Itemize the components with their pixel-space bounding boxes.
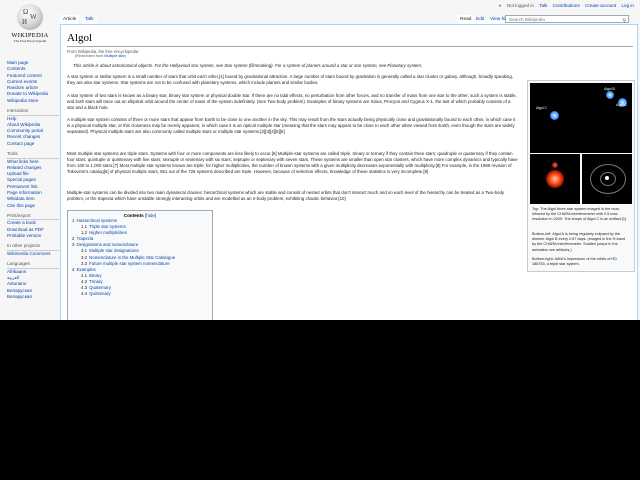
central-star [605,176,609,180]
sidebar-heading-projects: In other projects [7,243,59,251]
sidebar-heading-languages: Languages [7,261,59,269]
toc-item-number: 4.2 [81,278,88,284]
contributions-link[interactable]: Contributions [553,3,580,8]
toc-item-label: Multiple star designations [89,248,139,254]
search-placeholder: Search Wikipedia [509,17,545,22]
sidebar-item-main[interactable]: Wikipedia store [7,98,59,104]
toc-item-number: 1.2 [81,230,88,236]
algol-c-label: Algol C [536,106,547,110]
paragraph-3: A multiple star system consists of three… [67,117,516,135]
redirect-prefix: (Redirected from [75,54,105,58]
toc-item-label: Nomenclature in the Multiple Star Catalo… [89,254,176,260]
sidebar-heading-print: Print/export [7,213,59,221]
sidebar-item-language[interactable]: Беларуская [7,294,59,300]
toc-heading: Contents [123,213,144,218]
tab-edit[interactable]: Edit [473,15,488,24]
title-divider [67,46,633,47]
toc-item-number: 4.4 [81,291,88,297]
not-logged-in-label: Not logged in [506,3,534,8]
page-title: Algol [67,32,93,44]
table-of-contents: Contents [hide] 1 Hierarchical systems 1.1… [67,210,213,320]
toc-item-number: 4.3 [81,285,88,291]
toc-item-number: 3.3 [81,260,88,266]
tab-article[interactable]: Article [60,15,80,24]
toc-item-label: Trinary [89,278,103,284]
wikipedia-logo[interactable]: ΩWИ WIKIPEDIA The Free Encyclopedia [6,4,54,52]
paragraph-5: Multiple-star systems can be divided int… [67,190,505,202]
redirect-link[interactable]: Multiple star [104,54,124,58]
toc-item-number: 3.1 [81,248,88,254]
redirect-suffix: ) [124,54,127,58]
orbits-illustration[interactable] [582,154,632,204]
logo-subtitle: The Free Encyclopedia [13,39,47,43]
sidebar: Main page Contents Featured content Current… [7,60,59,300]
paragraph-4: Most multiple star systems are triple st… [67,151,518,175]
user-icon: ● [498,3,502,8]
toc-item-number: 1.1 [81,224,88,230]
algol-a-disk [546,170,564,188]
toc-item-number: 4.1 [81,272,88,278]
algol-b-label: Algol B [604,87,615,91]
toc-item-number: 2 [72,236,75,242]
toc-list: 1 Hierarchical systems 1.1 Triple star syst… [72,218,208,297]
algol-a-label: Algol A [616,103,627,107]
toc-item-label: Triple star systems [89,224,126,230]
toc-item-number: 4 [72,266,75,272]
paragraph-2: A star system of two stars is known as a… [67,93,517,111]
hatnote: This article is about astronomical objec… [73,63,423,68]
tab-read[interactable]: Read [457,15,475,24]
toc-item-label: Hierarchical systems [76,218,117,223]
talk-link[interactable]: Talk [539,3,547,8]
log-in-link[interactable]: Log in [621,3,634,8]
toc-item-label: Trapezia [76,236,94,242]
logo-title: WIKIPEDIA [11,32,49,39]
toc-hide-link[interactable]: [hide] [145,213,156,218]
toc-item-number: 3.2 [81,254,88,260]
sidebar-item-projects[interactable]: Wikimedia Commons [7,251,59,257]
toc-item-label: Examples [76,266,96,272]
toc-item[interactable]: 4.4 Quintenary [72,291,208,297]
toc-item-label: Binary [89,272,102,278]
tab-talk[interactable]: Talk [82,15,97,24]
toc-item-label: Designations and nomenclature [76,242,139,248]
create-account-link[interactable]: Create account [585,3,616,8]
toc-item-label: Quaternary [89,285,112,291]
globe-icon: ΩWИ [17,4,43,30]
infobox-image: Algol B Algol A Algol C Top: The Algol t… [527,80,635,272]
personal-tools: ● Not logged in Talk Contributions Creat… [495,3,634,8]
sidebar-item-interaction[interactable]: Contact page [7,141,59,147]
paragraph-1: A star system or stellar system is a sma… [67,74,514,86]
article-content: Algol From Wikipedia, the free encyclope… [60,24,638,320]
redirect-note: (Redirected from Multiple star) [75,54,126,58]
toc-item-label: Higher multiplicities [89,230,127,236]
sidebar-item-print[interactable]: Printable version [7,233,59,239]
toc-item-label: Future multiple star system nomenclature [89,260,170,266]
toc-item-number: 3 [72,242,75,248]
sidebar-heading-interaction: Interaction [7,108,59,116]
browser-page: ΩWИ WIKIPEDIA The Free Encyclopedia ● No… [0,0,640,320]
sidebar-heading-tools: Tools [7,151,59,159]
algol-b-disk [552,162,558,168]
algol-interferometer-image[interactable]: Algol B Algol A Algol C [530,83,632,153]
algol-eclipse-image[interactable] [530,154,580,204]
toc-item-number: 1 [72,218,75,223]
algol-c-star [550,111,559,120]
caption-bottom-right: Bottom-right: Artist's impression of the… [532,257,617,267]
search-input[interactable]: Search Wikipedia ⚲ [505,15,629,24]
sidebar-item-tools[interactable]: Cite this page [7,203,59,209]
caption-bottom-left: Bottom-left: Algol A is being regularly … [532,232,626,252]
toc-item-label: Quintenary [89,291,111,297]
caption-top: Top: The Algol three-star system imaged … [532,207,627,222]
algol-b-star [606,91,614,99]
